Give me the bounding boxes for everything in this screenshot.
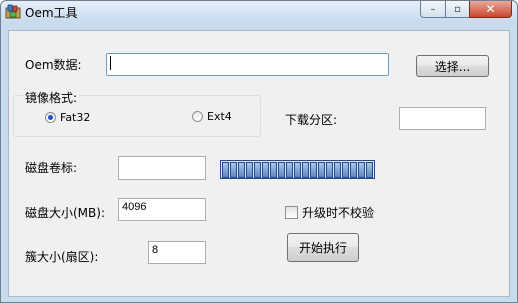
progress-segment bbox=[318, 162, 325, 178]
maximize-icon: ▫ bbox=[454, 3, 461, 15]
browse-button[interactable]: 选择... bbox=[416, 55, 489, 77]
radio-ext4[interactable]: Ext4 bbox=[192, 110, 232, 123]
close-button[interactable]: ✕ bbox=[469, 1, 512, 18]
progress-segment bbox=[238, 162, 245, 178]
radio-fat32-label: Fat32 bbox=[60, 111, 91, 124]
progress-segment bbox=[366, 162, 373, 178]
cluster-size-input[interactable]: 8 bbox=[148, 241, 206, 264]
progress-segment bbox=[302, 162, 309, 178]
start-button[interactable]: 开始执行 bbox=[287, 233, 359, 262]
radio-fat32[interactable]: Fat32 bbox=[45, 111, 90, 124]
oem-data-label: Oem数据: bbox=[25, 58, 82, 72]
minimize-button[interactable]: – bbox=[420, 1, 445, 18]
progress-segment bbox=[254, 162, 261, 178]
checkbox-box bbox=[285, 206, 298, 219]
cluster-size-label: 簇大小(扇区): bbox=[25, 250, 99, 264]
image-format-label: 镜像格式: bbox=[23, 89, 80, 106]
disk-size-label: 磁盘大小(MB): bbox=[25, 206, 105, 220]
minimize-icon: – bbox=[430, 3, 436, 15]
progress-segment bbox=[294, 162, 301, 178]
maximize-button[interactable]: ▫ bbox=[445, 1, 469, 18]
progress-segment bbox=[262, 162, 269, 178]
disk-size-input[interactable]: 4096 bbox=[118, 198, 206, 221]
no-verify-label: 升级时不校验 bbox=[302, 206, 375, 220]
close-icon: ✕ bbox=[485, 2, 496, 16]
caption-buttons: – ▫ ✕ bbox=[420, 1, 512, 18]
title-bar[interactable]: Oem工具 – ▫ ✕ bbox=[1, 1, 517, 22]
progress-segment bbox=[286, 162, 293, 178]
radio-dot bbox=[48, 115, 53, 120]
progress-segment bbox=[246, 162, 253, 178]
progress-segment bbox=[310, 162, 317, 178]
progress-segment bbox=[278, 162, 285, 178]
volume-label-input[interactable] bbox=[118, 156, 206, 180]
no-verify-checkbox[interactable]: 升级时不校验 bbox=[285, 204, 374, 221]
client-area: Oem数据: 选择... 镜像格式: Fat32 Ext4 下载分区: 磁盘卷标… bbox=[8, 30, 510, 297]
radio-circle-selected bbox=[45, 112, 56, 123]
progress-segment bbox=[358, 162, 365, 178]
app-icon bbox=[5, 4, 21, 19]
progress-segment bbox=[350, 162, 357, 178]
volume-label-label: 磁盘卷标: bbox=[25, 161, 78, 175]
progress-segment bbox=[270, 162, 277, 178]
progress-segment bbox=[342, 162, 349, 178]
progress-segment bbox=[326, 162, 333, 178]
download-partition-label: 下载分区: bbox=[285, 113, 338, 127]
app-window: Oem工具 – ▫ ✕ Oem数据: 选择... 镜像格式: Fat32 Ext… bbox=[0, 0, 518, 303]
radio-circle bbox=[192, 111, 203, 122]
progress-segment bbox=[222, 162, 229, 178]
radio-ext4-label: Ext4 bbox=[207, 110, 232, 123]
oem-data-input[interactable] bbox=[106, 53, 389, 76]
progress-segment bbox=[230, 162, 237, 178]
download-partition-input[interactable] bbox=[399, 107, 486, 130]
progress-segment bbox=[334, 162, 341, 178]
window-title: Oem工具 bbox=[25, 6, 78, 20]
text-caret bbox=[110, 56, 111, 70]
progress-bar bbox=[220, 160, 375, 179]
